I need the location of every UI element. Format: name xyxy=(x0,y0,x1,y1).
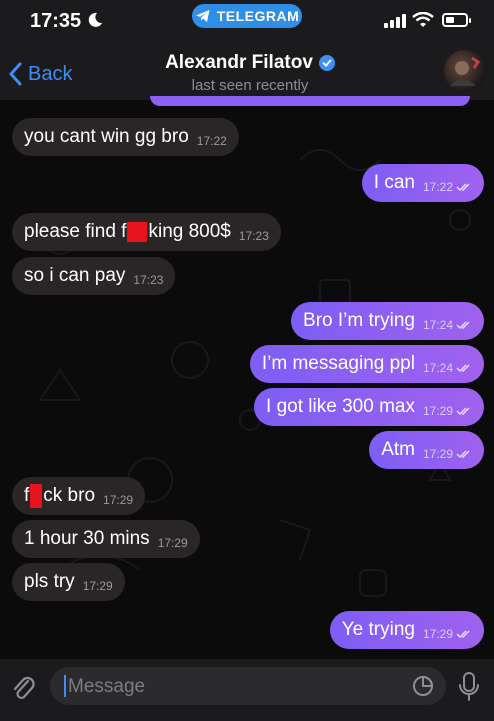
message-time: 17:29 xyxy=(103,493,134,507)
message-time: 17:24 xyxy=(422,318,453,332)
message-outgoing[interactable]: I can 17:22 xyxy=(361,164,484,202)
cellular-signal-icon xyxy=(384,14,406,28)
message-outgoing[interactable]: I’m messaging ppl 17:24 xyxy=(249,345,484,383)
read-checkmarks-icon xyxy=(456,450,470,459)
telegram-icon xyxy=(195,10,210,22)
read-checkmarks-icon xyxy=(456,407,470,416)
message-incoming[interactable]: f ck bro 17:29 xyxy=(12,477,146,515)
message-text: so i can pay xyxy=(24,265,126,286)
clock: 17:35 xyxy=(30,10,82,32)
message-text: Ye trying xyxy=(341,619,415,640)
telegram-pill[interactable]: TELEGRAM xyxy=(192,4,302,28)
message-incoming[interactable]: please find f king 800$ 17:23 xyxy=(12,213,281,251)
message-outgoing[interactable]: Bro I’m trying 17:24 xyxy=(291,302,484,340)
message-text-part: king 800$ xyxy=(148,221,231,242)
message-text: I got like 300 max xyxy=(266,396,415,417)
message-placeholder: Message xyxy=(68,676,146,697)
message-input[interactable]: Message xyxy=(50,667,446,705)
previous-message-bubble-edge xyxy=(150,96,470,106)
message-text: I can xyxy=(373,172,415,193)
read-checkmarks-icon xyxy=(456,364,470,373)
message-incoming[interactable]: you cant win gg bro 17:22 xyxy=(12,118,239,156)
wifi-icon xyxy=(412,12,434,27)
message-text: pls try xyxy=(24,571,75,592)
message-outgoing[interactable]: Atm 17:29 xyxy=(369,431,484,469)
message-incoming[interactable]: pls try 17:29 xyxy=(12,563,125,601)
telegram-pill-label: TELEGRAM xyxy=(216,8,300,24)
message-outgoing[interactable]: I got like 300 max 17:29 xyxy=(254,388,484,426)
chevron-left-icon xyxy=(9,62,22,86)
message-text: Atm xyxy=(381,439,415,460)
battery-icon xyxy=(442,13,468,27)
avatar-image xyxy=(450,56,481,86)
message-time: 17:29 xyxy=(422,404,453,418)
message-outgoing[interactable]: Ye trying 17:29 xyxy=(329,611,484,649)
last-seen-status: last seen recently xyxy=(191,77,309,94)
microphone-icon[interactable] xyxy=(458,671,480,703)
sticker-icon[interactable] xyxy=(412,675,434,697)
message-incoming[interactable]: 1 hour 30 mins 17:29 xyxy=(12,520,200,558)
verified-badge-icon xyxy=(318,55,335,71)
back-button[interactable]: Back xyxy=(8,58,72,90)
attach-paperclip-icon[interactable] xyxy=(10,673,36,703)
message-time: 17:22 xyxy=(196,134,227,148)
message-time: 17:29 xyxy=(422,627,453,641)
redaction-block xyxy=(30,484,43,508)
chat-header: Back Alexandr Filatov last seen recently xyxy=(0,44,494,100)
focus-moon-icon xyxy=(88,12,102,27)
status-bar: 17:35 TELEGRAM xyxy=(0,0,494,44)
message-text-part: f xyxy=(24,485,30,507)
message-time: 17:23 xyxy=(133,273,164,287)
read-checkmarks-icon xyxy=(456,183,470,192)
message-text-wrap: f ck bro xyxy=(24,484,95,508)
message-time: 17:29 xyxy=(82,579,113,593)
contact-name: Alexandr Filatov xyxy=(165,52,313,73)
back-label: Back xyxy=(28,62,73,85)
avatar[interactable] xyxy=(444,50,486,92)
redaction-block xyxy=(127,221,148,242)
message-text: Bro I’m trying xyxy=(303,310,415,331)
message-time: 17:29 xyxy=(422,447,453,461)
read-checkmarks-icon xyxy=(456,630,470,639)
battery-tip xyxy=(469,18,471,23)
message-time: 17:23 xyxy=(238,229,269,243)
text-cursor xyxy=(64,675,66,697)
message-text: you cant win gg bro xyxy=(24,126,189,147)
message-incoming[interactable]: so i can pay 17:23 xyxy=(12,257,176,295)
message-text-part: ck bro xyxy=(43,485,96,507)
message-text-part: please find f xyxy=(24,221,127,242)
message-text: 1 hour 30 mins xyxy=(24,528,150,549)
message-text: I’m messaging ppl xyxy=(261,353,415,374)
message-composer: Message xyxy=(0,659,494,721)
message-time: 17:24 xyxy=(422,361,453,375)
message-time: 17:22 xyxy=(422,180,453,194)
read-checkmarks-icon xyxy=(456,321,470,330)
chat-title[interactable]: Alexandr Filatov last seen recently xyxy=(130,52,370,94)
message-text-wrap: please find f king 800$ xyxy=(24,221,231,243)
message-time: 17:29 xyxy=(157,536,188,550)
